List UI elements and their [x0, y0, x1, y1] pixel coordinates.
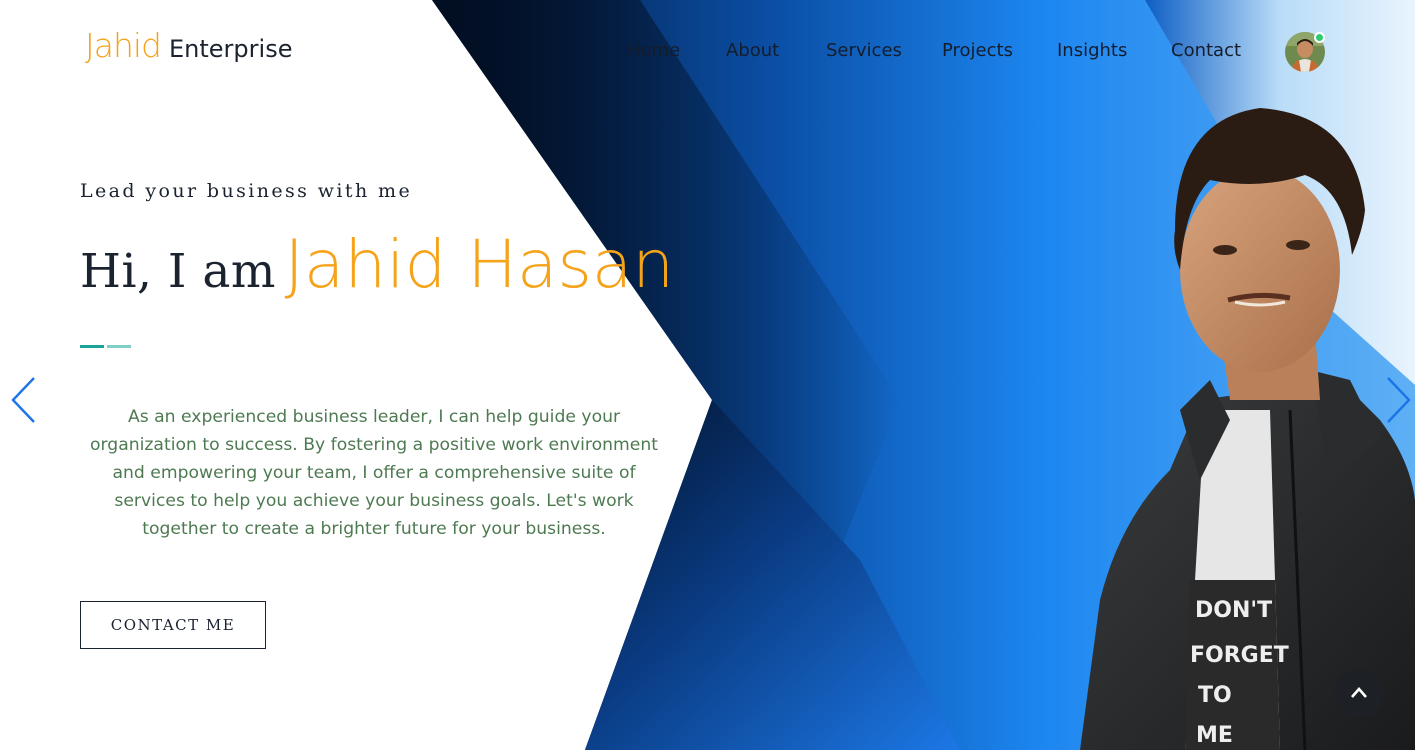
hero-heading: Hi, I am Jahid Hasan — [80, 226, 674, 303]
hero-description: As an experienced business leader, I can… — [90, 407, 658, 539]
nav-item-insights[interactable]: Insights — [1057, 40, 1127, 61]
shirt-text-me: ME — [1196, 723, 1233, 748]
nav-item-home[interactable]: Home — [627, 40, 680, 61]
scroll-to-top-button[interactable] — [1335, 669, 1383, 717]
hero-tagline: Lead your business with me — [80, 180, 413, 202]
nav-item-services[interactable]: Services — [826, 40, 902, 61]
brand-logo[interactable]: Jahid Enterprise — [85, 26, 292, 65]
nav-item-contact[interactable]: Contact — [1171, 40, 1241, 61]
brand-name-accent: Jahid — [85, 26, 162, 65]
hero-name: Jahid Hasan — [284, 226, 675, 303]
shirt-text-to: TO — [1198, 683, 1232, 708]
nav-item-about[interactable]: About — [726, 40, 779, 61]
chevron-left-icon — [11, 377, 35, 423]
shirt-text-forget: FORGET — [1190, 643, 1289, 668]
online-status-indicator — [1314, 32, 1325, 43]
nav-item-projects[interactable]: Projects — [942, 40, 1013, 61]
slider-prev-button[interactable] — [8, 375, 38, 425]
shirt-text-dont: DON'T — [1195, 598, 1272, 623]
contact-me-button[interactable]: CONTACT ME — [80, 601, 266, 649]
hero-portrait-image: DON'T FORGET TO ME — [1080, 108, 1415, 750]
divider-segment-secondary — [107, 345, 131, 348]
chevron-up-icon — [1351, 687, 1367, 698]
hero-divider — [80, 345, 131, 348]
brand-name-rest: Enterprise — [169, 35, 293, 63]
divider-segment-primary — [80, 345, 104, 348]
hero-greeting: Hi, I am — [80, 244, 276, 299]
main-nav: Home About Services Projects Insights Co… — [600, 40, 1260, 68]
